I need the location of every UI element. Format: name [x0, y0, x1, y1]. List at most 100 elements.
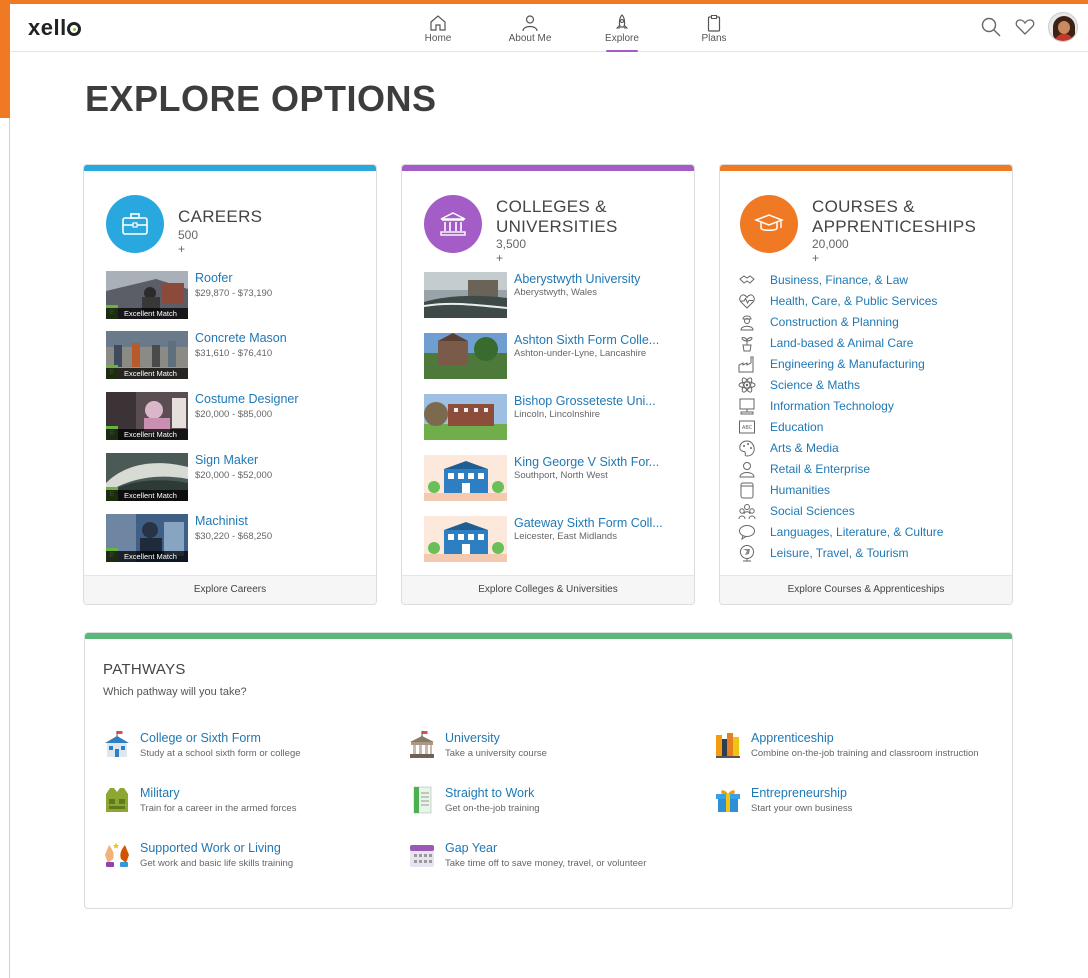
college-location: Aberystwyth, Wales — [514, 287, 598, 298]
colleges-title-line-1: COLLEGES & — [496, 197, 607, 216]
pathway-gap-year[interactable]: Gap Year Take time off to save money, tr… — [408, 841, 708, 881]
plant-icon — [741, 337, 753, 352]
courses-card: COURSES & APPRENTICESHIPS 20,000 + Busin… — [719, 164, 1013, 605]
college-thumbnail — [424, 455, 507, 501]
avatar[interactable] — [1048, 12, 1078, 42]
explore-careers-link[interactable]: Explore Careers — [84, 575, 376, 604]
career-title[interactable]: Costume Designer — [195, 392, 299, 406]
college-name[interactable]: King George V Sixth For... — [514, 455, 659, 469]
course-category[interactable]: Languages, Literature, & Culture — [738, 522, 998, 542]
course-category[interactable]: Retail & Enterprise — [738, 459, 998, 479]
career-title[interactable]: Sign Maker — [195, 453, 258, 467]
career-item[interactable]: E Excellent Match Costume Designer $20,0… — [106, 392, 366, 440]
career-title[interactable]: Roofer — [195, 271, 233, 285]
course-category[interactable]: Business, Finance, & Law — [738, 270, 998, 290]
atom-icon — [738, 377, 756, 393]
college-item[interactable]: Gateway Sixth Form Coll... Leicester, Ea… — [424, 516, 684, 564]
search-icon[interactable] — [980, 16, 1002, 38]
college-name[interactable]: Aberystwyth University — [514, 272, 640, 286]
nav-explore[interactable]: Explore — [576, 10, 668, 52]
pathways-title: PATHWAYS — [103, 661, 186, 678]
palette-icon — [739, 440, 755, 457]
pathway-college-or-sixth-form[interactable]: College or Sixth Form Study at a school … — [103, 731, 403, 771]
computer-icon — [739, 398, 755, 415]
career-item[interactable]: E Excellent Match Roofer $29,870 - $73,1… — [106, 271, 366, 319]
course-category-label: Leisure, Travel, & Tourism — [770, 546, 909, 560]
university-icon — [410, 731, 434, 758]
course-category[interactable]: Engineering & Manufacturing — [738, 354, 998, 374]
colleges-count: 3,500 + — [496, 237, 527, 265]
colleges-title-line-2: UNIVERSITIES — [496, 217, 618, 236]
pathways-subtitle: Which pathway will you take? — [103, 686, 247, 698]
course-category[interactable]: Information Technology — [738, 396, 998, 416]
pathway-supported-work-or-living[interactable]: Supported Work or Living Get work and ba… — [103, 841, 403, 881]
college-location: Leicester, East Midlands — [514, 531, 617, 542]
course-category-label: Land-based & Animal Care — [770, 336, 914, 350]
pathway-desc: Combine on-the-job training and classroo… — [751, 748, 979, 759]
nav-about-me-label: About Me — [508, 33, 552, 44]
pathway-title: Military — [140, 786, 180, 800]
college-name[interactable]: Ashton Sixth Form Colle... — [514, 333, 659, 347]
career-item[interactable]: E Excellent Match Concrete Mason $31,610… — [106, 331, 366, 379]
nav-home-label: Home — [424, 33, 452, 44]
pathway-desc: Take a university course — [445, 748, 547, 759]
college-item[interactable]: Bishop Grosseteste Uni... Lincoln, Linco… — [424, 394, 684, 442]
college-thumbnail — [424, 516, 507, 562]
course-category[interactable]: Arts & Media — [738, 438, 998, 458]
career-salary: $30,220 - $68,250 — [195, 531, 273, 542]
pathway-apprenticeship[interactable]: Apprenticeship Combine on-the-job traini… — [714, 731, 1012, 771]
match-badge: Excellent Match — [106, 551, 188, 562]
careers-badge — [106, 195, 164, 253]
course-category[interactable]: Social Sciences — [738, 501, 998, 521]
vest-icon — [106, 788, 128, 812]
xello-logo[interactable]: xell — [28, 15, 81, 41]
pathway-entrepreneurship[interactable]: Entrepreneurship Start your own business — [714, 786, 1012, 826]
pathway-university[interactable]: University Take a university course — [408, 731, 708, 771]
career-item[interactable]: E Excellent Match Sign Maker $20,000 - $… — [106, 453, 366, 501]
briefcase-icon — [122, 213, 148, 235]
career-item[interactable]: E Excellent Match Machinist $30,220 - $6… — [106, 514, 366, 562]
pathways-panel: PATHWAYS Which pathway will you take? Co… — [84, 632, 1013, 909]
chalkboard-icon: ABC — [739, 420, 755, 434]
career-thumbnail: E Excellent Match — [106, 453, 188, 501]
nav-explore-label: Explore — [605, 33, 639, 44]
course-category[interactable]: ABC Education — [738, 417, 998, 437]
course-category[interactable]: Science & Maths — [738, 375, 998, 395]
heart-icon[interactable] — [1014, 16, 1036, 38]
pathway-desc: Get work and basic life skills training — [140, 858, 294, 869]
college-name[interactable]: Gateway Sixth Form Coll... — [514, 516, 663, 530]
helping-hands-icon — [105, 843, 129, 867]
nav-about-me[interactable]: About Me — [484, 10, 576, 52]
courses-title-line-1: COURSES & — [812, 197, 915, 216]
explore-courses-link[interactable]: Explore Courses & Apprenticeships — [720, 575, 1012, 604]
nav-plans[interactable]: Plans — [668, 10, 760, 52]
college-item[interactable]: Aberystwyth University Aberystwyth, Wale… — [424, 272, 684, 320]
career-thumbnail: E Excellent Match — [106, 514, 188, 562]
course-category[interactable]: Construction & Planning — [738, 312, 998, 332]
college-name[interactable]: Bishop Grosseteste Uni... — [514, 394, 656, 408]
college-location: Lincoln, Lincolnshire — [514, 409, 601, 420]
pathway-military[interactable]: Military Train for a career in the armed… — [103, 786, 403, 826]
course-category-label: Health, Care, & Public Services — [770, 294, 938, 308]
graduation-cap-icon — [754, 214, 784, 231]
course-category[interactable]: Health, Care, & Public Services — [738, 291, 998, 311]
nav-plans-label: Plans — [701, 33, 727, 44]
college-item[interactable]: King George V Sixth For... Southport, No… — [424, 455, 684, 503]
college-item[interactable]: Ashton Sixth Form Colle... Ashton-under-… — [424, 333, 684, 381]
pathway-title: Entrepreneurship — [751, 786, 847, 800]
explore-colleges-link[interactable]: Explore Colleges & Universities — [402, 575, 694, 604]
school-icon — [105, 731, 129, 757]
career-title[interactable]: Machinist — [195, 514, 248, 528]
window-frame-left — [0, 0, 10, 118]
document-icon — [413, 786, 432, 814]
institution-icon — [440, 212, 466, 236]
course-category[interactable]: Land-based & Animal Care — [738, 333, 998, 353]
pathway-straight-to-work[interactable]: Straight to Work Get on-the-job training — [408, 786, 708, 826]
heartbeat-icon — [739, 294, 755, 309]
course-category[interactable]: Humanities — [738, 480, 998, 500]
career-title[interactable]: Concrete Mason — [195, 331, 287, 345]
career-thumbnail: E Excellent Match — [106, 392, 188, 440]
people-icon — [738, 504, 756, 520]
nav-home[interactable]: Home — [392, 10, 484, 52]
course-category[interactable]: Leisure, Travel, & Tourism — [738, 543, 998, 563]
